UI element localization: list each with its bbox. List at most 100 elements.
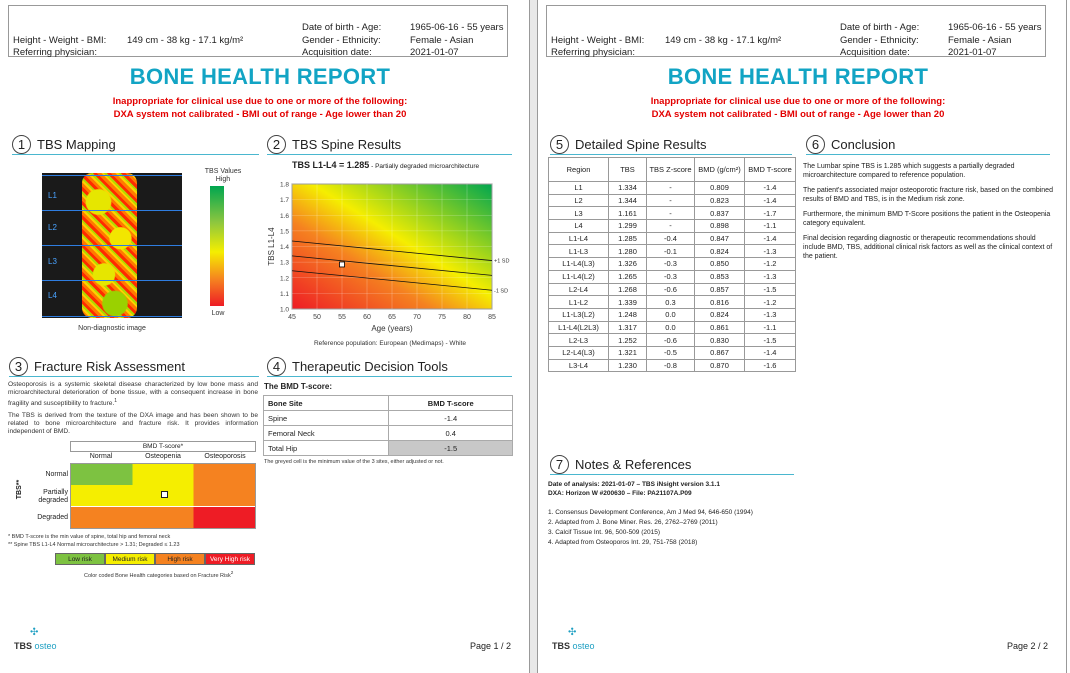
- table-cell: 1.334: [608, 181, 647, 195]
- table-cell: L1-L4(L2): [548, 269, 609, 284]
- reference-item: 1. Consensus Development Conference, Am …: [548, 509, 753, 516]
- section-tbs-spine-results: 2 TBS Spine Results: [267, 135, 512, 155]
- table-cell: L1-L2: [548, 295, 609, 309]
- page-number: Page 2 / 2: [1006, 641, 1048, 651]
- table-cell: -: [646, 219, 695, 233]
- table-cell: 0.3: [646, 295, 695, 309]
- section-tbs-mapping: 1 TBS Mapping: [12, 135, 259, 155]
- table-cell: L4: [548, 219, 609, 233]
- physician-label: Referring physician:: [551, 47, 635, 58]
- table-cell: -1.3: [744, 307, 796, 322]
- table-cell: 1.321: [608, 345, 647, 360]
- legend-caption: Color coded Bone Health categories based…: [84, 570, 234, 579]
- y-tick-label: 1.1: [280, 291, 289, 298]
- legend-low-risk: Low risk: [55, 553, 105, 565]
- patient-header: Height - Weight - BMI: 149 cm - 38 kg - …: [8, 5, 508, 58]
- table-cell: L1-L3(L2): [548, 307, 609, 322]
- table-cell: L1-L4(L2L3): [548, 320, 609, 335]
- table-cell: 0.837: [694, 206, 745, 221]
- acq-value: 2021-01-07: [948, 47, 997, 58]
- table-cell: -1.5: [744, 333, 796, 347]
- legend-title: TBS Values: [204, 168, 242, 175]
- table-cell: -: [646, 181, 695, 195]
- therapeutic-note: The greyed cell is the minimum value of …: [264, 459, 444, 465]
- table-row: L3 1.161-0.837 -1.7: [548, 206, 796, 221]
- section-title: Detailed Spine Results: [575, 137, 707, 152]
- table-cell: Total Hip: [262, 440, 390, 456]
- section-number: 7: [550, 455, 569, 474]
- y-tick-label: 1.7: [280, 197, 289, 204]
- legend-veryhigh-risk: Very High risk: [205, 553, 255, 565]
- table-row: L2-L4(L3) 1.321 -0.5 0.867 -1.4: [548, 345, 796, 360]
- row-partial: Partially degraded: [38, 489, 68, 504]
- conclusion-text: The Lumbar spine TBS is 1.285 which sugg…: [803, 162, 1053, 261]
- table-cell: 0.850: [694, 257, 745, 271]
- table-cell: L2-L4(L3): [548, 345, 609, 360]
- table-row: L1-L2 1.339 0.3 0.816 -1.2: [548, 295, 796, 309]
- table-cell: -0.1: [646, 244, 695, 259]
- section-number: 5: [550, 135, 569, 154]
- section-detailed-spine: 5 Detailed Spine Results: [550, 135, 792, 155]
- x-tick-label: 50: [313, 314, 321, 321]
- table-cell: 0.857: [694, 282, 745, 297]
- conclusion-paragraph: The patient's associated major osteoporo…: [803, 187, 1053, 203]
- section-notes: 7 Notes & References: [550, 455, 794, 475]
- legend-high-risk: High risk: [155, 553, 205, 565]
- acq-label: Acquisition date:: [302, 47, 372, 58]
- table-cell-min: -1.5: [388, 440, 513, 456]
- table-cell: -1.1: [744, 219, 796, 233]
- table-cell: -1.3: [744, 269, 796, 284]
- warning-line-1: Inappropriate for clinical use due to on…: [112, 96, 408, 107]
- table-cell: -0.8: [646, 358, 695, 373]
- report-page-2[interactable]: Height - Weight - BMI: 149 cm - 38 kg - …: [537, 0, 1067, 673]
- references-list: 1. Consensus Development Conference, Am …: [548, 508, 753, 548]
- section-number: 2: [267, 135, 286, 154]
- reference-item: 3. Calcif Tissue Int. 96, 500-509 (2015): [548, 529, 661, 536]
- logo-tbs: TBS: [552, 641, 570, 651]
- report-page-1[interactable]: Height - Weight - BMI: 149 cm - 38 kg - …: [0, 0, 530, 673]
- hwb-value: 149 cm - 38 kg - 17.1 kg/m²: [127, 35, 244, 46]
- col-osteoporosis: Osteoporosis: [204, 453, 246, 460]
- table-cell: -0.6: [646, 282, 695, 297]
- report-title: BONE HEALTH REPORT: [667, 64, 929, 89]
- table-cell: -0.4: [646, 231, 695, 246]
- table-cell: -0.5: [646, 345, 695, 360]
- logo-tbs: TBS: [14, 641, 32, 651]
- gender-label: Gender - Ethnicity:: [302, 35, 381, 46]
- table-cell: L1-L4(L3): [548, 257, 609, 271]
- table-cell: -1.4: [388, 410, 513, 426]
- vertebra-label-l1: L1: [48, 191, 57, 200]
- dob-label: Date of birth - Age:: [302, 22, 382, 33]
- table-header: BMD T-score: [744, 157, 796, 182]
- table-cell: 1.161: [608, 206, 647, 221]
- table-cell: L1: [548, 181, 609, 195]
- tbs-color-scale: [210, 186, 224, 306]
- table-cell: 0.861: [694, 320, 745, 335]
- table-cell: Spine: [262, 410, 390, 426]
- section-title: Conclusion: [831, 137, 896, 152]
- section-number: 1: [12, 135, 31, 154]
- tbs-headline-note: - Partially degraded microarchitecture: [369, 163, 480, 170]
- warning-line-2: DXA system not calibrated - BMI out of r…: [113, 109, 407, 120]
- grid-title: BMD T-score*: [70, 441, 256, 452]
- reference-item: 4. Adapted from Osteoporos Int. 29, 751-…: [548, 539, 698, 546]
- vertebra-label-l3: L3: [48, 257, 57, 266]
- risk-note-1: * BMD T-score is the min value of spine,…: [8, 534, 171, 540]
- y-tick-label: 1.3: [280, 260, 289, 267]
- series-label: -1 SD: [494, 288, 508, 294]
- table-row: L1-L4(L2) 1.265 -0.3 0.853 -1.3: [548, 269, 796, 284]
- dob-value: 1965-06-16 - 55 years: [948, 22, 1042, 33]
- table-cell: 0.870: [694, 358, 745, 373]
- table-cell: 0.824: [694, 307, 745, 322]
- table-header: Region: [548, 157, 609, 182]
- logo-osteo: osteo: [34, 641, 57, 651]
- table-cell: -1.7: [744, 206, 796, 221]
- fracture-para-1: Osteoporosis is a systemic skeletal dise…: [8, 381, 258, 408]
- table-cell: 1.344: [608, 193, 647, 208]
- tbs-map-image: L1 L2 L3 L4: [42, 173, 182, 318]
- patient-header: Height - Weight - BMI: 149 cm - 38 kg - …: [546, 5, 1046, 58]
- table-cell: -1.1: [744, 320, 796, 335]
- conclusion-paragraph: Final decision regarding diagnostic or t…: [803, 235, 1053, 260]
- section-number: 6: [806, 135, 825, 154]
- section-title: Therapeutic Decision Tools: [292, 359, 448, 374]
